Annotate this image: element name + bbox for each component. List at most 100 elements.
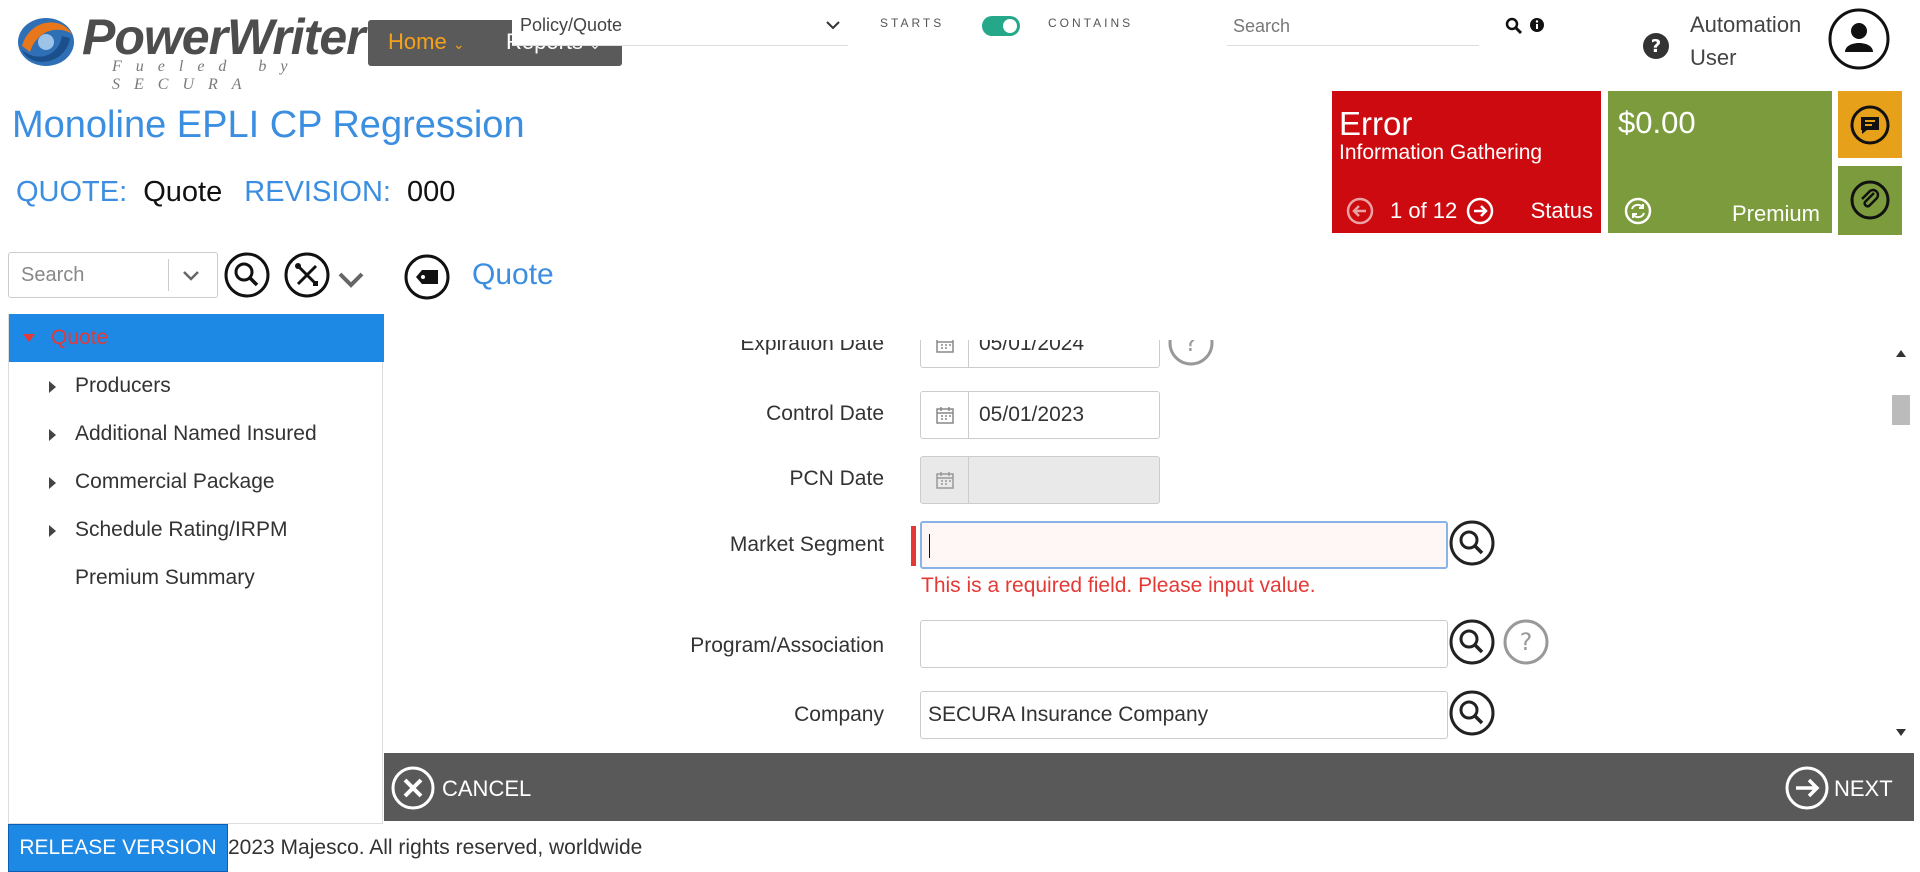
messages-tile[interactable] — [1838, 91, 1902, 158]
status-label: Status — [1530, 198, 1593, 223]
status-tile[interactable]: Error Information Gathering 1 of 12 Stat… — [1332, 91, 1601, 233]
company-input[interactable]: SECURA Insurance Company — [920, 691, 1448, 739]
attachments-tile[interactable] — [1838, 166, 1902, 235]
control-date-field[interactable]: 05/01/2023 — [920, 391, 1160, 439]
info-icon[interactable] — [1529, 17, 1545, 33]
pcn-date-label: PCN Date — [789, 467, 884, 490]
help-icon[interactable]: ? — [1503, 619, 1549, 665]
global-search-placeholder: Search — [1233, 16, 1291, 36]
release-version-button[interactable]: RELEASE VERSION — [8, 824, 228, 872]
pcn-date-field — [920, 456, 1160, 504]
arrow-right-circle-icon[interactable] — [1466, 197, 1494, 225]
caret-right-icon[interactable] — [49, 381, 56, 393]
navigation-tree: Quote Producers Additional Named Insured… — [8, 314, 384, 824]
arrow-left-circle-icon[interactable] — [1346, 197, 1374, 225]
caret-right-icon[interactable] — [49, 429, 56, 441]
user-avatar-icon[interactable] — [1828, 8, 1890, 70]
premium-tile[interactable]: $0.00 Premium — [1608, 91, 1832, 233]
market-segment-error: This is a required field. Please input v… — [921, 574, 1316, 597]
required-indicator — [911, 526, 916, 566]
text-cursor — [929, 534, 930, 559]
chevron-down-icon — [826, 21, 840, 30]
search-icon[interactable] — [1505, 17, 1523, 35]
next-label: NEXT — [1834, 776, 1893, 801]
company-search-button[interactable] — [1449, 690, 1495, 736]
caret-right-icon[interactable] — [49, 525, 56, 537]
status-subtitle: Information Gathering — [1339, 141, 1543, 164]
chat-icon — [1850, 105, 1890, 145]
calendar-icon[interactable] — [921, 392, 969, 438]
policy-quote-select-value: Policy/Quote — [520, 15, 623, 35]
arrow-right-circle-icon — [1785, 766, 1829, 810]
contains-label: CONTAINS — [1048, 16, 1134, 30]
tree-item-commercial-package[interactable]: Commercial Package — [75, 470, 275, 494]
policy-quote-select[interactable]: Policy/Quote — [512, 6, 848, 46]
expiration-date-value: 05/01/2024 — [979, 340, 1085, 355]
status-title: Error — [1339, 105, 1413, 142]
tree-item-label: Quote — [51, 326, 109, 349]
status-pager: 1 of 12 — [1390, 198, 1458, 223]
expiration-date-label: Expiration Date — [740, 340, 884, 355]
cancel-button[interactable]: CANCEL — [390, 765, 550, 811]
page-title: Monoline EPLI CP Regression — [12, 104, 525, 146]
market-segment-label: Market Segment — [729, 533, 884, 556]
logo-tagline: Fueled by SECURA — [112, 58, 302, 93]
tree-item-additional-named-insured[interactable]: Additional Named Insured — [75, 422, 317, 446]
next-button[interactable]: NEXT — [1784, 765, 1894, 811]
paperclip-icon — [1850, 180, 1890, 220]
help-icon[interactable]: ? — [1642, 32, 1670, 60]
starts-label: STARTS — [880, 16, 945, 30]
control-date-value: 05/01/2023 — [979, 403, 1085, 426]
program-association-search-button[interactable] — [1449, 619, 1495, 665]
tree-search-input[interactable]: Search — [8, 252, 218, 298]
scrollbar-thumb[interactable] — [1892, 395, 1910, 425]
caret-down-icon[interactable] — [23, 334, 35, 344]
tree-item-schedule-rating[interactable]: Schedule Rating/IRPM — [75, 518, 287, 542]
tree-item-quote[interactable]: Quote — [9, 314, 384, 362]
search-divider — [168, 259, 169, 291]
quote-value: Quote — [143, 176, 223, 208]
app-logo[interactable]: PowerWriter Fueled by SECURA — [12, 8, 366, 93]
revision-label: REVISION: — [244, 176, 391, 208]
svg-text:?: ? — [1520, 628, 1533, 656]
expiration-date-field[interactable]: 05/01/2024 — [920, 340, 1160, 368]
calendar-icon[interactable] — [921, 340, 969, 367]
logo-swirl-icon — [18, 18, 74, 66]
menu-home[interactable]: Home ⌄ — [388, 29, 465, 55]
chevron-down-icon[interactable] — [181, 265, 201, 285]
scroll-up-icon[interactable] — [1895, 348, 1907, 358]
scroll-down-icon[interactable] — [1895, 728, 1907, 738]
company-value: SECURA Insurance Company — [928, 703, 1209, 726]
help-icon[interactable]: ? — [1168, 340, 1214, 366]
svg-text:?: ? — [1185, 340, 1198, 357]
tools-icon[interactable] — [284, 252, 330, 298]
tree-search-button[interactable] — [224, 252, 270, 298]
control-date-label: Control Date — [766, 402, 884, 425]
form-scrollbar[interactable] — [1890, 340, 1912, 754]
tree-search-placeholder: Search — [21, 264, 85, 286]
premium-value: $0.00 — [1618, 105, 1696, 140]
quote-revision-line: QUOTE: Quote REVISION: 000 — [16, 176, 455, 209]
market-segment-input[interactable] — [920, 521, 1448, 569]
market-segment-search-button[interactable] — [1449, 520, 1495, 566]
caret-right-icon[interactable] — [49, 477, 56, 489]
user-name[interactable]: Automation User — [1690, 8, 1801, 74]
tree-item-producers[interactable]: Producers — [75, 374, 171, 398]
back-tag-icon[interactable] — [404, 254, 450, 300]
action-bar: CANCEL NEXT — [384, 753, 1914, 821]
global-search-input[interactable]: Search — [1227, 6, 1479, 46]
search-mode-toggle[interactable] — [982, 16, 1020, 36]
revision-value: 000 — [407, 176, 456, 208]
section-title: Quote — [472, 258, 554, 291]
chevron-down-icon[interactable] — [336, 268, 366, 292]
calendar-icon — [921, 457, 969, 503]
company-label: Company — [794, 703, 884, 726]
refresh-icon[interactable] — [1624, 197, 1652, 225]
quote-form: Expiration Date 05/01/2024 ? Control Dat… — [384, 340, 1884, 754]
program-association-label: Program/Association — [690, 634, 884, 657]
quote-label: QUOTE: — [16, 176, 128, 208]
cancel-label: CANCEL — [442, 776, 532, 801]
tree-item-premium-summary[interactable]: Premium Summary — [75, 566, 255, 590]
program-association-input[interactable] — [920, 620, 1448, 668]
logo-text: PowerWriter — [82, 9, 366, 65]
